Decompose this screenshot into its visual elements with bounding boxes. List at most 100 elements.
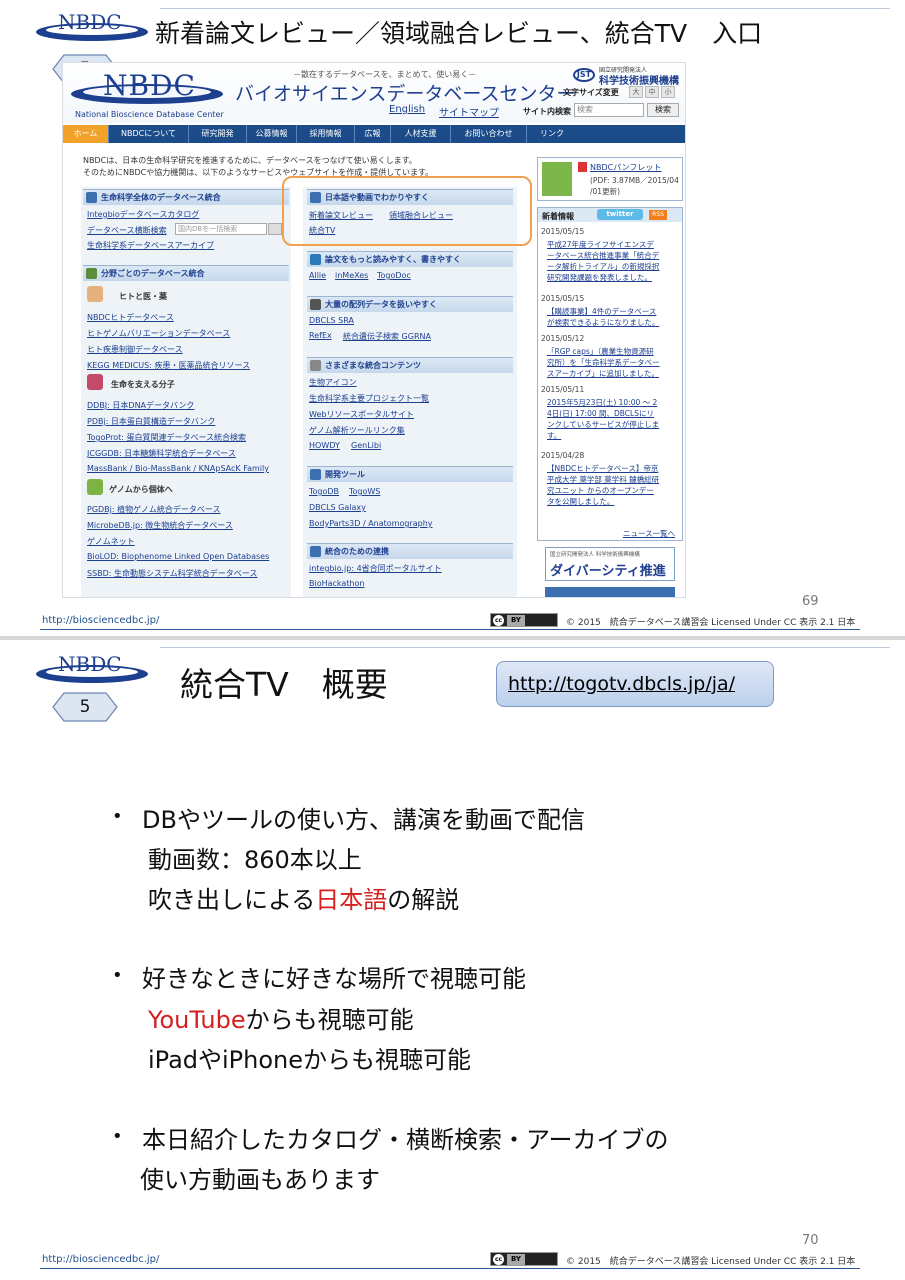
field-link[interactable]: TogoProt: 蛋白質関連データベース統合検索 — [87, 432, 246, 443]
togotv-url-link[interactable]: http://togotv.dbcls.jp/ja/ — [508, 673, 735, 695]
site-logo[interactable]: NBDC — [103, 69, 196, 102]
content-link[interactable]: ゲノム解析ツールリンク集 — [309, 425, 405, 436]
allie-link[interactable]: Allie — [309, 271, 326, 280]
news-item[interactable]: ータベース統合推進事業「統合デ — [547, 250, 659, 261]
top-rule — [160, 8, 890, 9]
bullet-icon: • — [112, 965, 123, 986]
field-link[interactable]: MicrobeDB.jp: 微生物統合データベース — [87, 520, 233, 531]
news-item[interactable]: 平成27年度ライフサイエンスデ — [547, 239, 654, 250]
nav-recruit[interactable]: 採用情報 — [297, 125, 355, 143]
jst-logo[interactable]: JST — [573, 68, 595, 82]
field-link[interactable]: NBDCヒトデータベース — [87, 312, 174, 323]
twitter-button[interactable]: twitter — [597, 209, 643, 220]
content-link[interactable]: 生物アイコン — [309, 377, 357, 388]
sitemap-link[interactable]: サイトマップ — [439, 104, 499, 119]
field-link[interactable]: PGDBj: 植物ゲノム統合データベース — [87, 504, 221, 515]
news-item[interactable]: 究所）を「生命科学系データベー — [547, 357, 660, 368]
nbdc-logo: NBDC — [34, 652, 154, 692]
footer-rule — [40, 1268, 860, 1269]
site-search-input[interactable]: 検索 — [574, 103, 644, 117]
field-link[interactable]: DDBJ: 日本DNAデータバンク — [87, 400, 194, 411]
biohackathon-link[interactable]: BioHackathon — [309, 579, 365, 588]
news-item[interactable]: が検索できるようになりました。 — [547, 317, 659, 328]
molecule-icon — [87, 374, 103, 390]
field-link[interactable]: KEGG MEDICUS: 疾患・医薬品統合リソース — [87, 360, 250, 371]
news-item[interactable]: 究ユニット からのオープンデー — [547, 485, 654, 496]
news-item[interactable]: 平成大学 薬学部 薬学科 鑢橋総研 — [547, 474, 659, 485]
slide-title: 統合TV 概要 — [180, 665, 388, 704]
site-nav: ホーム NBDCについて 研究開発 公募情報 採用情報 広報 人材支援 お問い合… — [63, 125, 685, 143]
site-search-button[interactable]: 検索 — [647, 103, 679, 117]
field-link[interactable]: ゲノムネット — [87, 536, 135, 547]
news-item[interactable]: タを公開しました。 — [547, 496, 615, 507]
togodb-link[interactable]: TogoDB — [309, 487, 339, 496]
fontsize-large-button[interactable]: 大 — [629, 86, 643, 98]
bullet-2-line-3: iPadやiPhoneからも視聴可能 — [148, 1046, 472, 1074]
field-link[interactable]: MassBank / Bio-MassBank / KNApSAcK Famil… — [87, 464, 269, 473]
content-link[interactable]: 生命科学系主要プロジェクト一覧 — [309, 393, 429, 404]
news-item[interactable]: 【NBDCヒトデータベース】帝京 — [547, 463, 658, 474]
pamphlet-info: (PDF: 3.87MB／2015/04 — [590, 176, 679, 185]
field-link[interactable]: SSBD: 生命動態システム科学統合データベース — [87, 568, 257, 579]
ggrna-link[interactable]: 統合遺伝子検索 GGRNA — [343, 331, 431, 342]
genlibi-link[interactable]: GenLibi — [351, 441, 381, 450]
news-item[interactable]: 4日(日) 17:00 間、DBCLSにリ — [547, 408, 654, 419]
banner-partial[interactable] — [545, 587, 675, 597]
nav-call[interactable]: 公募情報 — [247, 125, 297, 143]
togodoc-link[interactable]: TogoDoc — [377, 271, 411, 280]
nav-home[interactable]: ホーム — [63, 125, 109, 143]
nav-about[interactable]: NBDCについて — [109, 125, 189, 143]
field-link[interactable]: PDBj: 日本蛋白質構造データバンク — [87, 416, 215, 427]
integbio-catalog-link[interactable]: Integbioデータベースカタログ — [87, 209, 199, 220]
diversity-small: 国立研究開発法人 科学技術振興機構 — [550, 552, 640, 558]
togows-link[interactable]: TogoWS — [349, 487, 380, 496]
news-item[interactable]: 研究開発課題を発表しました。 — [547, 272, 652, 283]
english-link[interactable]: English — [389, 104, 425, 115]
news-item[interactable]: 【購読事業】4件のデータベース — [547, 306, 656, 317]
pamphlet-box: NBDCパンフレット (PDF: 3.87MB／2015/04 /01更新) — [537, 157, 683, 201]
news-item[interactable]: ンクしているサービスが停止しま — [547, 419, 659, 430]
field-link[interactable]: ヒト疾患制御データベース — [87, 344, 183, 355]
nav-research[interactable]: 研究開発 — [189, 125, 247, 143]
dbcls-sra-link[interactable]: DBCLS SRA — [309, 316, 354, 325]
news-more-link[interactable]: ニュース一覧へ — [623, 528, 675, 539]
howdy-link[interactable]: HOWDY — [309, 441, 340, 450]
refex-link[interactable]: RefEx — [309, 331, 332, 340]
news-item[interactable]: スアーカイブ」に追加しました。 — [547, 368, 659, 379]
bullet-3-line-2: 使い方動画もあります — [140, 1166, 380, 1194]
pamphlet-link[interactable]: NBDCパンフレット — [590, 162, 661, 173]
fontsize-small-button[interactable]: 小 — [661, 86, 675, 98]
bodyparts-link[interactable]: BodyParts3D / Anatomography — [309, 519, 433, 528]
pamphlet-thumbnail[interactable] — [542, 162, 572, 196]
integbio-portal-link[interactable]: integbio.jp: 4省合同ポータルサイト — [309, 563, 442, 574]
nav-contact[interactable]: お問い合わせ — [451, 125, 527, 143]
nav-links[interactable]: リンク — [527, 125, 577, 143]
fontsize-medium-button[interactable]: 中 — [645, 86, 659, 98]
footer-url: http://biosciencedbc.jp/ — [42, 1254, 160, 1265]
cross-search-input[interactable]: 国内DBを一括検索 — [175, 223, 267, 235]
nav-pr[interactable]: 広報 — [355, 125, 391, 143]
field-link[interactable]: BioLOD: Biophenome Linked Open Databases — [87, 552, 269, 561]
rss-button[interactable]: RSS — [649, 210, 667, 220]
bullet-1-line-3: 吹き出しによる日本語の解説 — [148, 886, 460, 914]
news-date: 2015/05/12 — [541, 334, 585, 343]
news-item[interactable]: 2015年5月23日(土) 10:00 ～ 2 — [547, 397, 657, 408]
diversity-banner[interactable]: 国立研究開発法人 科学技術振興機構 ダイバーシティ推進 — [545, 547, 675, 581]
subhead-genome: ゲノムから個体へ — [109, 485, 173, 494]
cross-search-link[interactable]: データベース横断検索 — [87, 225, 167, 236]
subhead-molecule: 生命を支える分子 — [111, 380, 175, 389]
news-item[interactable]: 「RGP caps」（農業生物資源研 — [547, 346, 654, 357]
cross-search-button[interactable] — [268, 223, 282, 235]
subhead-human: ヒトと医・薬 — [119, 292, 167, 301]
togotv-url-box[interactable]: http://togotv.dbcls.jp/ja/ — [496, 661, 774, 707]
archive-link[interactable]: 生命科学系データベースアーカイブ — [87, 240, 214, 251]
galaxy-link[interactable]: DBCLS Galaxy — [309, 503, 366, 512]
nav-support[interactable]: 人材支援 — [391, 125, 451, 143]
content-link[interactable]: Webリソースポータルサイト — [309, 409, 414, 420]
nbdc-logo-text: NBDC — [58, 10, 122, 34]
field-link[interactable]: JCGGDB: 日本糖鎖科学統合データベース — [87, 448, 236, 459]
inmexes-link[interactable]: inMeXes — [335, 271, 368, 280]
field-link[interactable]: ヒトゲノムバリエーションデータベース — [87, 328, 230, 339]
news-item[interactable]: ータ解析トライアル」の新規採択 — [547, 261, 659, 272]
news-item[interactable]: す。 — [547, 430, 561, 441]
